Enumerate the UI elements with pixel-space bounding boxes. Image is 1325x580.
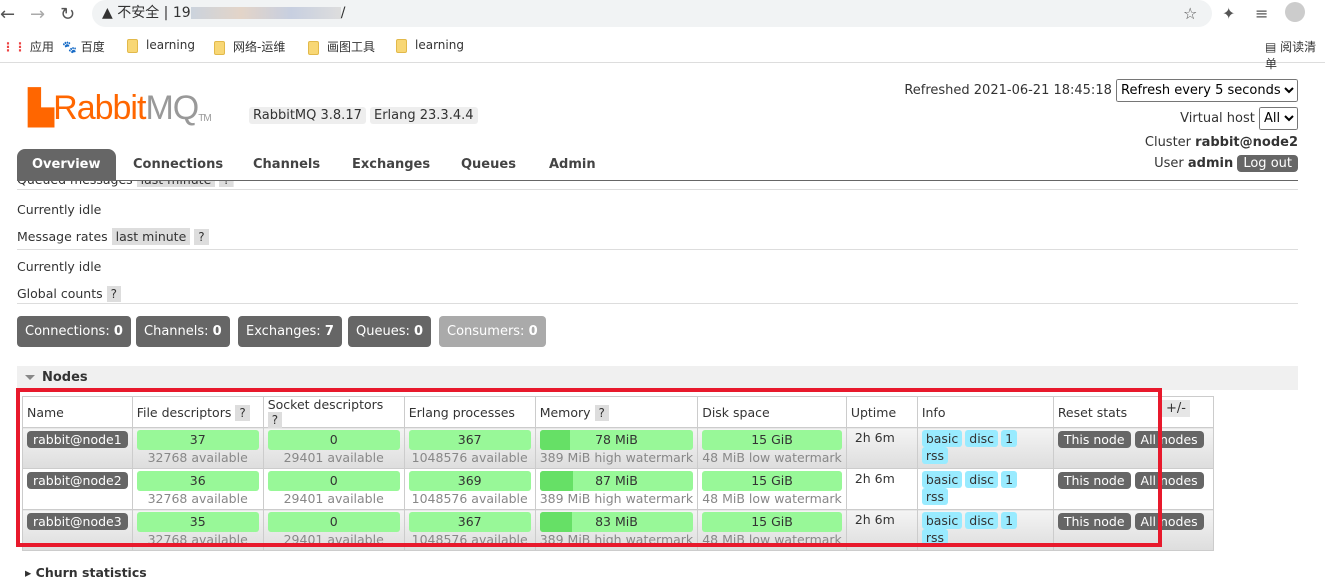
vhost-select[interactable]: All: [1259, 107, 1298, 130]
browser-toolbar: ← → ↻ ▲ 不安全 | 19/ ☆ ✦ ≡: [0, 0, 1325, 28]
bookmarks-bar: ⋮⋮ 应用 🐾 百度 learning 网络-运维 画图工具 learning …: [0, 28, 1325, 71]
bookmark-label: learning: [146, 38, 195, 52]
address-bar[interactable]: ▲ 不安全 | 19/: [92, 0, 1212, 27]
idle-status: Currently idle: [17, 259, 102, 274]
main-tabs: Overview Connections Channels Exchanges …: [17, 149, 1298, 181]
bookmark-baidu[interactable]: 🐾 百度: [62, 38, 105, 55]
tab-admin[interactable]: Admin: [549, 149, 596, 180]
bookmark-drawing[interactable]: 画图工具: [308, 38, 375, 55]
connections-count[interactable]: Connections: 0: [17, 316, 131, 347]
star-icon[interactable]: ☆: [1183, 4, 1197, 23]
warning-icon: ▲: [102, 5, 113, 21]
bookmark-label: 应用: [29, 40, 54, 54]
bookmark-label: 画图工具: [327, 40, 376, 54]
columns-toggle[interactable]: +/-: [1162, 400, 1190, 417]
cluster-name: rabbit@node2: [1195, 135, 1298, 150]
tab-channels[interactable]: Channels: [253, 149, 320, 180]
tab-exchanges[interactable]: Exchanges: [352, 149, 430, 180]
extensions-icon[interactable]: ✦: [1222, 4, 1235, 23]
bookmark-apps[interactable]: ⋮⋮ 应用: [2, 38, 54, 55]
bookmark-label: 百度: [80, 40, 105, 54]
back-icon[interactable]: ←: [0, 4, 15, 25]
highlight-box: [16, 388, 1162, 547]
refresh-select[interactable]: Refresh every 5 seconds: [1116, 79, 1298, 102]
rabbitmq-version: RabbitMQ 3.8.17: [249, 107, 366, 124]
nodes-section-toggle[interactable]: Nodes: [17, 366, 1298, 390]
rabbitmq-logo[interactable]: ▙RabbitMQTM: [28, 88, 212, 128]
help-icon[interactable]: ?: [194, 229, 209, 245]
channels-count[interactable]: Channels: 0: [136, 316, 230, 347]
forward-icon[interactable]: →: [30, 4, 45, 25]
tab-overview[interactable]: Overview: [17, 149, 116, 180]
blurred-url: [190, 7, 341, 19]
reading-list-label: 阅读清单: [1265, 40, 1317, 71]
message-rates-heading: Message rates last minute ?: [17, 228, 209, 245]
security-label: 不安全: [117, 5, 160, 21]
reading-list[interactable]: ▤ 阅读清单: [1265, 38, 1325, 72]
erlang-version: Erlang 23.3.4.4: [370, 107, 478, 124]
url: 19: [172, 5, 191, 21]
profile-icon[interactable]: [1285, 2, 1305, 22]
bookmark-network[interactable]: 网络-运维: [214, 38, 285, 55]
folder-icon: [214, 40, 225, 55]
last-minute-toggle[interactable]: last minute: [111, 228, 191, 245]
folder-icon: [396, 38, 407, 53]
bookmark-label: learning: [415, 38, 464, 52]
cluster-label: Cluster: [1144, 135, 1192, 150]
exchanges-count[interactable]: Exchanges: 7: [238, 316, 342, 347]
media-icon[interactable]: ≡: [1255, 4, 1268, 23]
bookmark-learning-2[interactable]: learning: [396, 38, 464, 53]
refreshed-time: Refreshed 2021-06-21 18:45:18: [904, 83, 1112, 98]
url-suffix: /: [340, 5, 346, 21]
reload-icon[interactable]: ↻: [60, 4, 75, 25]
bookmark-label: 网络-运维: [233, 40, 286, 54]
tab-queues[interactable]: Queues: [461, 149, 516, 180]
bookmark-learning[interactable]: learning: [127, 38, 195, 53]
help-icon[interactable]: ?: [106, 286, 121, 302]
collapse-icon: [25, 375, 35, 385]
queues-count[interactable]: Queues: 0: [348, 316, 432, 347]
tab-connections[interactable]: Connections: [133, 149, 223, 180]
churn-statistics-toggle[interactable]: ▸ Churn statistics: [25, 565, 147, 580]
idle-status: Currently idle: [17, 202, 102, 217]
folder-icon: [308, 40, 319, 55]
folder-icon: [127, 38, 138, 53]
vhost-label: Virtual host: [1180, 111, 1255, 126]
global-counts-heading: Global counts ?: [17, 286, 121, 302]
consumers-count[interactable]: Consumers: 0: [439, 316, 546, 347]
